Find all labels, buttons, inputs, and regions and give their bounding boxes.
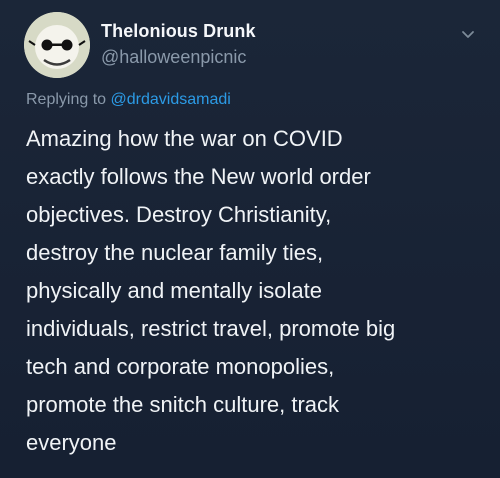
tweet-text-line: tech and corporate monopolies, xyxy=(26,354,335,379)
tweet-card: Thelonious Drunk @halloweenpicnic Replyi… xyxy=(0,0,500,478)
chevron-down-icon[interactable] xyxy=(458,24,478,44)
tweet-text-line: Amazing how the war on COVID xyxy=(26,126,343,151)
author-name[interactable]: Thelonious Drunk xyxy=(101,21,256,42)
tweet-text-line: destroy the nuclear family ties, xyxy=(26,240,324,265)
tweet-text-line: promote the snitch culture, track xyxy=(26,392,340,417)
avatar-image xyxy=(24,12,90,78)
avatar[interactable] xyxy=(24,12,90,78)
tweet-text: Amazing how the war on COVID exactly fol… xyxy=(26,120,478,462)
author-handle[interactable]: @halloweenpicnic xyxy=(101,47,246,68)
tweet-text-line: exactly follows the New world order xyxy=(26,164,371,189)
reply-context: Replying to @drdavidsamadi xyxy=(26,91,231,109)
reply-target-link[interactable]: @drdavidsamadi xyxy=(111,91,231,108)
tweet-text-line: physically and mentally isolate xyxy=(26,278,322,303)
tweet-text-line: everyone xyxy=(26,430,117,455)
reply-prefix: Replying to xyxy=(26,91,107,108)
tweet-text-line: objectives. Destroy Christianity, xyxy=(26,202,332,227)
tweet-text-line: individuals, restrict travel, promote bi… xyxy=(26,316,396,341)
